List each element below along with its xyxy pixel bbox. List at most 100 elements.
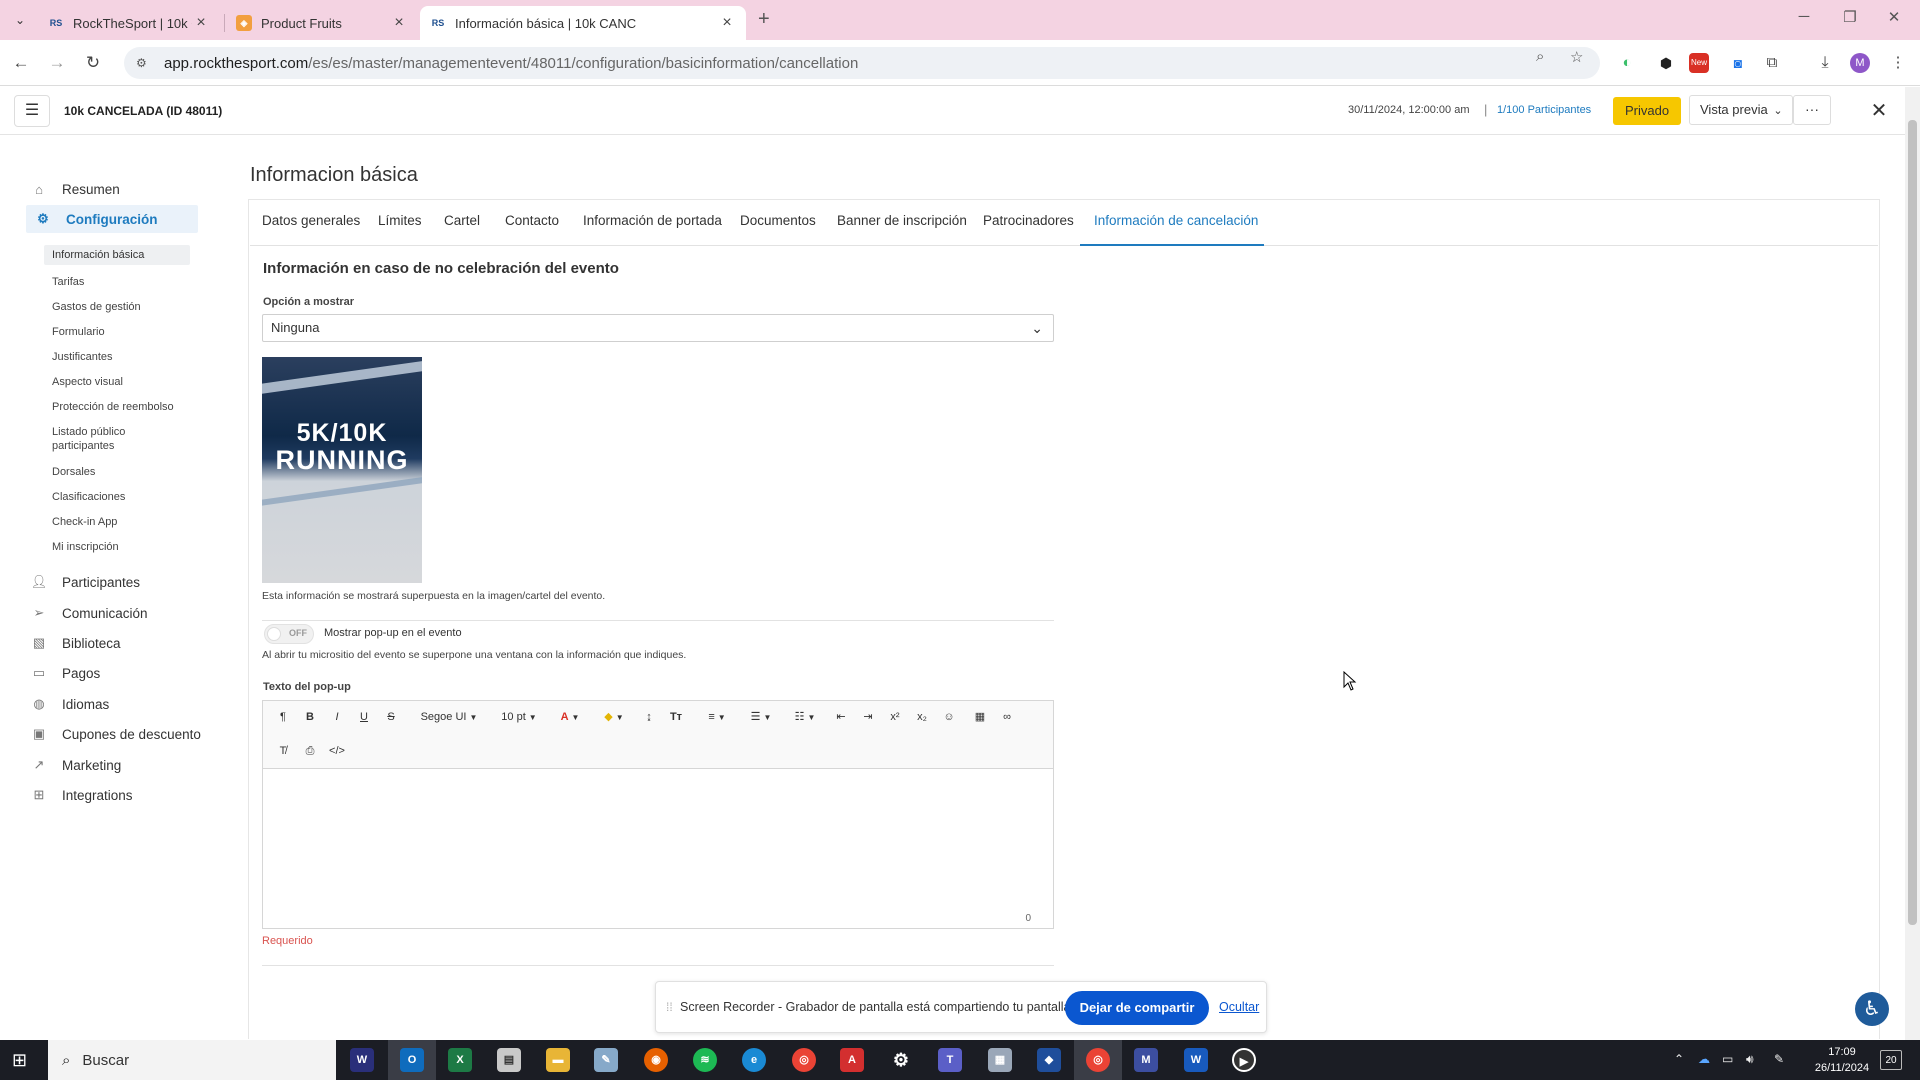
browser-tab-product-fruits[interactable]: ◈ Product Fruits × (226, 6, 418, 40)
sidebar-subitem-dorsales[interactable]: Dorsales (44, 462, 190, 482)
sidebar-subitem-justificantes[interactable]: Justificantes (44, 347, 190, 367)
chrome-app-icon[interactable]: ◎ (792, 1048, 816, 1072)
drag-handle-icon[interactable]: ⁞⁞ (666, 1000, 673, 1014)
bookmark-star-icon[interactable]: ☆ (1570, 48, 1583, 66)
popup-toggle[interactable]: OFF (264, 624, 314, 644)
sidebar-subitem-gastos-gestion[interactable]: Gastos de gestión (44, 297, 190, 317)
sidebar-item-integrations[interactable]: ⊞ Integrations (28, 781, 133, 809)
tab-search-chevron-icon[interactable]: ⌄ (10, 10, 30, 30)
calculator-app-icon[interactable]: ▦ (988, 1048, 1012, 1072)
file-explorer-app-icon[interactable]: ▬ (546, 1048, 570, 1072)
sidebar-subitem-tarifas[interactable]: Tarifas (44, 272, 190, 292)
spotify-app-icon[interactable]: ≋ (693, 1048, 717, 1072)
tab-documentos[interactable]: Documentos (740, 213, 816, 228)
hamburger-menu-icon[interactable]: ☰ (14, 95, 50, 127)
extension-new-badge-icon[interactable]: New (1689, 53, 1709, 73)
sidebar-subitem-aspecto-visual[interactable]: Aspecto visual (44, 372, 190, 392)
sidebar-item-configuracion[interactable]: ⚙ Configuración (26, 205, 198, 233)
media-player-app-icon[interactable]: ▶ (1232, 1048, 1256, 1072)
volume-icon[interactable]: 🔊︎ (1746, 1052, 1754, 1067)
line-height-icon[interactable]: ↨ (639, 706, 659, 728)
sidebar-subitem-mi-inscripcion[interactable]: Mi inscripción (44, 537, 190, 557)
download-icon[interactable]: ⤓ (1815, 53, 1835, 73)
windows-start-icon[interactable]: ⊞ (12, 1050, 27, 1071)
acrobat-app-icon[interactable]: A (840, 1048, 864, 1072)
widgets-app-icon[interactable]: W (350, 1048, 374, 1072)
unordered-list-icon[interactable]: ☷ ▼ (787, 706, 823, 728)
sidebar-subitem-listado-participantes[interactable]: Listado público participantes (44, 422, 190, 456)
preview-dropdown-button[interactable]: Vista previa ⌄ (1689, 95, 1793, 125)
more-options-button[interactable]: ··· (1793, 95, 1831, 125)
browser-tab-informacion-basica[interactable]: RS Información básica | 10k CANC × (420, 6, 746, 40)
tab-informacion-portada[interactable]: Información de portada (583, 213, 722, 228)
firefox-app-icon[interactable]: ◉ (644, 1048, 668, 1072)
extension-recorder-icon[interactable]: ⬢ (1656, 53, 1676, 73)
notepad-app-icon[interactable]: ▤ (497, 1048, 521, 1072)
minimize-window-icon[interactable]: ─ (1784, 8, 1824, 25)
highlight-color-icon[interactable]: ◆ ▼ (597, 706, 631, 728)
tab-cartel[interactable]: Cartel (444, 213, 480, 228)
taskbar-clock[interactable]: 17:09 26/11/2024 (1812, 1044, 1872, 1076)
font-size-select[interactable]: 10 pt ▼ (493, 706, 545, 728)
outlook-app-icon[interactable]: O (400, 1048, 424, 1072)
tab-patrocinadores[interactable]: Patrocinadores (983, 213, 1074, 228)
superscript-icon[interactable]: x² (885, 706, 905, 728)
scrollbar-thumb[interactable] (1908, 120, 1917, 925)
sidebar-item-resumen[interactable]: ⌂ Resumen (28, 175, 120, 203)
browser-menu-icon[interactable]: ⋮ (1888, 53, 1908, 73)
onedrive-icon[interactable]: ☁ (1698, 1052, 1710, 1066)
tab-banner-inscripcion[interactable]: Banner de inscripción (837, 213, 967, 228)
underline-icon[interactable]: U (354, 706, 374, 728)
sidebar-item-comunicacion[interactable]: ➢ Comunicación (28, 599, 148, 627)
sidebar-subitem-check-in-app[interactable]: Check-in App (44, 512, 190, 532)
back-arrow-icon[interactable]: ← (8, 50, 34, 76)
taskbar-search[interactable]: ⌕ Buscar (48, 1040, 336, 1080)
edge-app-icon[interactable]: e (742, 1048, 766, 1072)
close-window-icon[interactable]: ✕ (1874, 8, 1914, 26)
stop-sharing-button[interactable]: Dejar de compartir (1065, 991, 1209, 1025)
print-icon[interactable]: ⎙ (300, 740, 320, 762)
zoom-magnifier-icon[interactable]: ⌕ (1536, 48, 1544, 65)
sidebar-subitem-informacion-basica[interactable]: Información básica (44, 245, 190, 265)
indent-icon[interactable]: ⇥ (858, 706, 878, 728)
table-icon[interactable]: ▦ (970, 706, 990, 728)
sidebar-subitem-formulario[interactable]: Formulario (44, 322, 190, 342)
notification-badge[interactable]: 20 (1880, 1050, 1902, 1070)
outdent-icon[interactable]: ⇤ (831, 706, 851, 728)
link-icon[interactable]: ∞ (997, 706, 1017, 728)
tab-contacto[interactable]: Contacto (505, 213, 559, 228)
ordered-list-icon[interactable]: ☰ ▼ (743, 706, 779, 728)
new-tab-plus-icon[interactable]: + (758, 8, 770, 31)
font-family-select[interactable]: Segoe UI ▼ (411, 706, 487, 728)
address-bar[interactable]: ⚙ app.rockthesport.com/es/es/master/mana… (124, 47, 1600, 79)
sidebar-item-participantes[interactable]: 👤︎ Participantes (28, 568, 140, 596)
extensions-puzzle-icon[interactable]: ⧉ (1762, 53, 1782, 73)
settings-app-icon[interactable]: ⚙ (889, 1048, 913, 1072)
close-tab-icon[interactable]: × (718, 14, 736, 32)
participants-link[interactable]: 1/100 Participantes (1497, 104, 1591, 116)
private-status-button[interactable]: Privado (1613, 97, 1682, 125)
extension-app-icon[interactable]: ◆ (1037, 1048, 1061, 1072)
reload-icon[interactable]: ↻ (80, 50, 106, 76)
meet-app-icon[interactable]: M (1134, 1048, 1158, 1072)
paragraph-style-icon[interactable]: ¶ (273, 706, 293, 728)
sidebar-item-pagos[interactable]: ▭ Pagos (28, 659, 100, 687)
italic-icon[interactable]: I (327, 706, 347, 728)
forward-arrow-icon[interactable]: → (44, 50, 70, 76)
emoji-icon[interactable]: ☺ (939, 706, 959, 728)
clear-formatting-icon[interactable]: T̸ (273, 740, 293, 762)
tab-informacion-cancelacion[interactable]: Información de cancelación (1094, 213, 1258, 228)
close-icon[interactable]: ✕ (1866, 99, 1892, 125)
snipping-tool-app-icon[interactable]: ✎ (594, 1048, 618, 1072)
tab-limites[interactable]: Límites (378, 213, 422, 228)
hide-share-bar-link[interactable]: Ocultar (1219, 1000, 1259, 1014)
strikethrough-icon[interactable]: S (381, 706, 401, 728)
bold-icon[interactable]: B (300, 706, 320, 728)
sidebar-item-marketing[interactable]: ↗ Marketing (28, 751, 122, 779)
subscript-icon[interactable]: x₂ (912, 706, 932, 728)
sidebar-item-cupones[interactable]: ▣ Cupones de descuento (28, 720, 201, 748)
sidebar-item-biblioteca[interactable]: ▧ Biblioteca (28, 629, 121, 657)
network-icon[interactable]: ▭ (1722, 1052, 1733, 1066)
extension-leaf-icon[interactable]: ◐ (1617, 53, 1637, 73)
word-app-icon[interactable]: W (1184, 1048, 1208, 1072)
